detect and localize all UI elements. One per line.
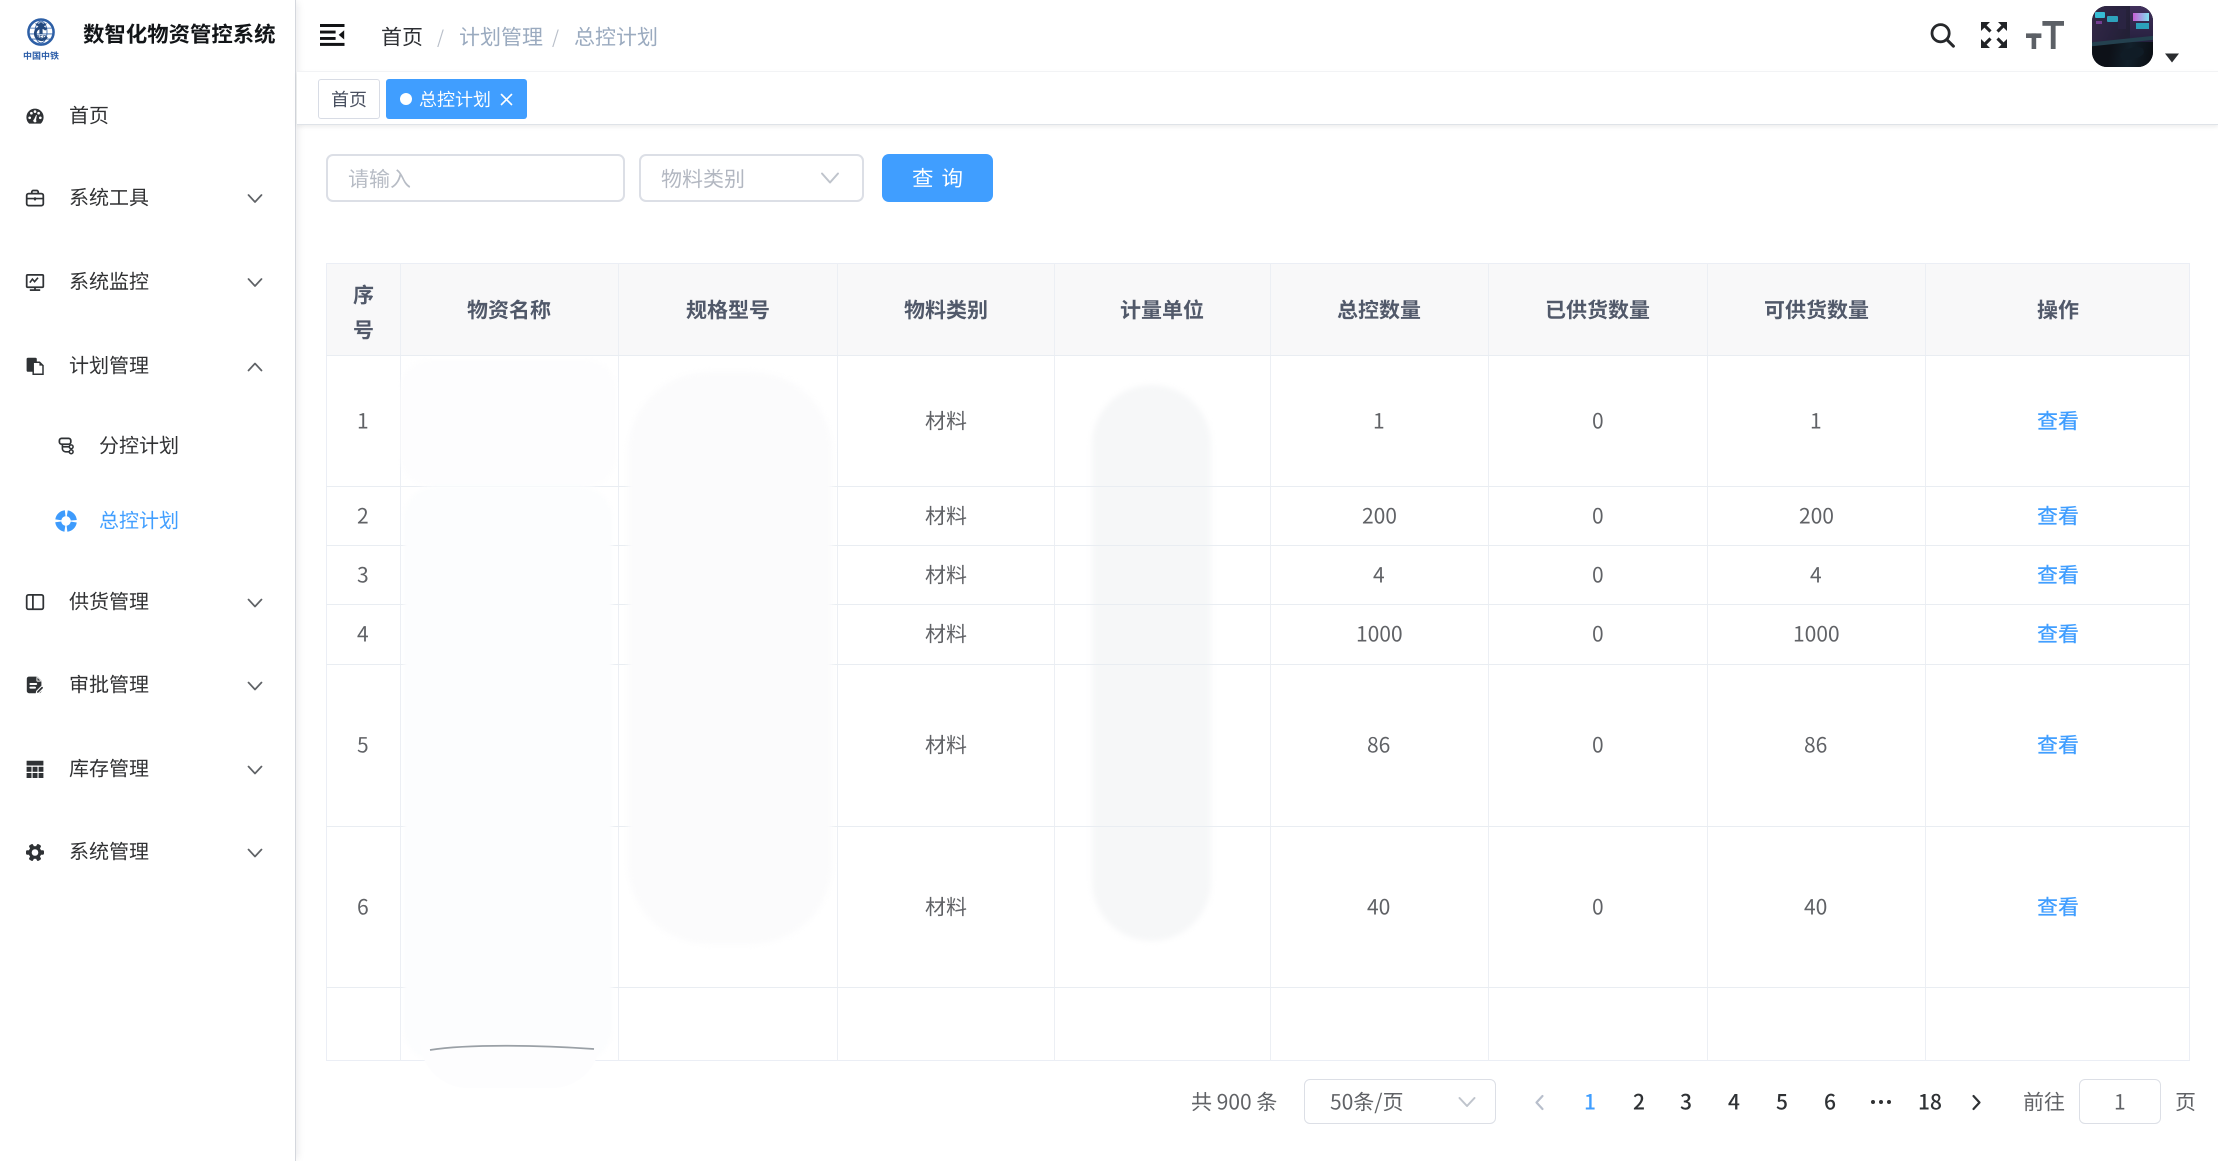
svg-text:REC: REC [36, 35, 47, 41]
